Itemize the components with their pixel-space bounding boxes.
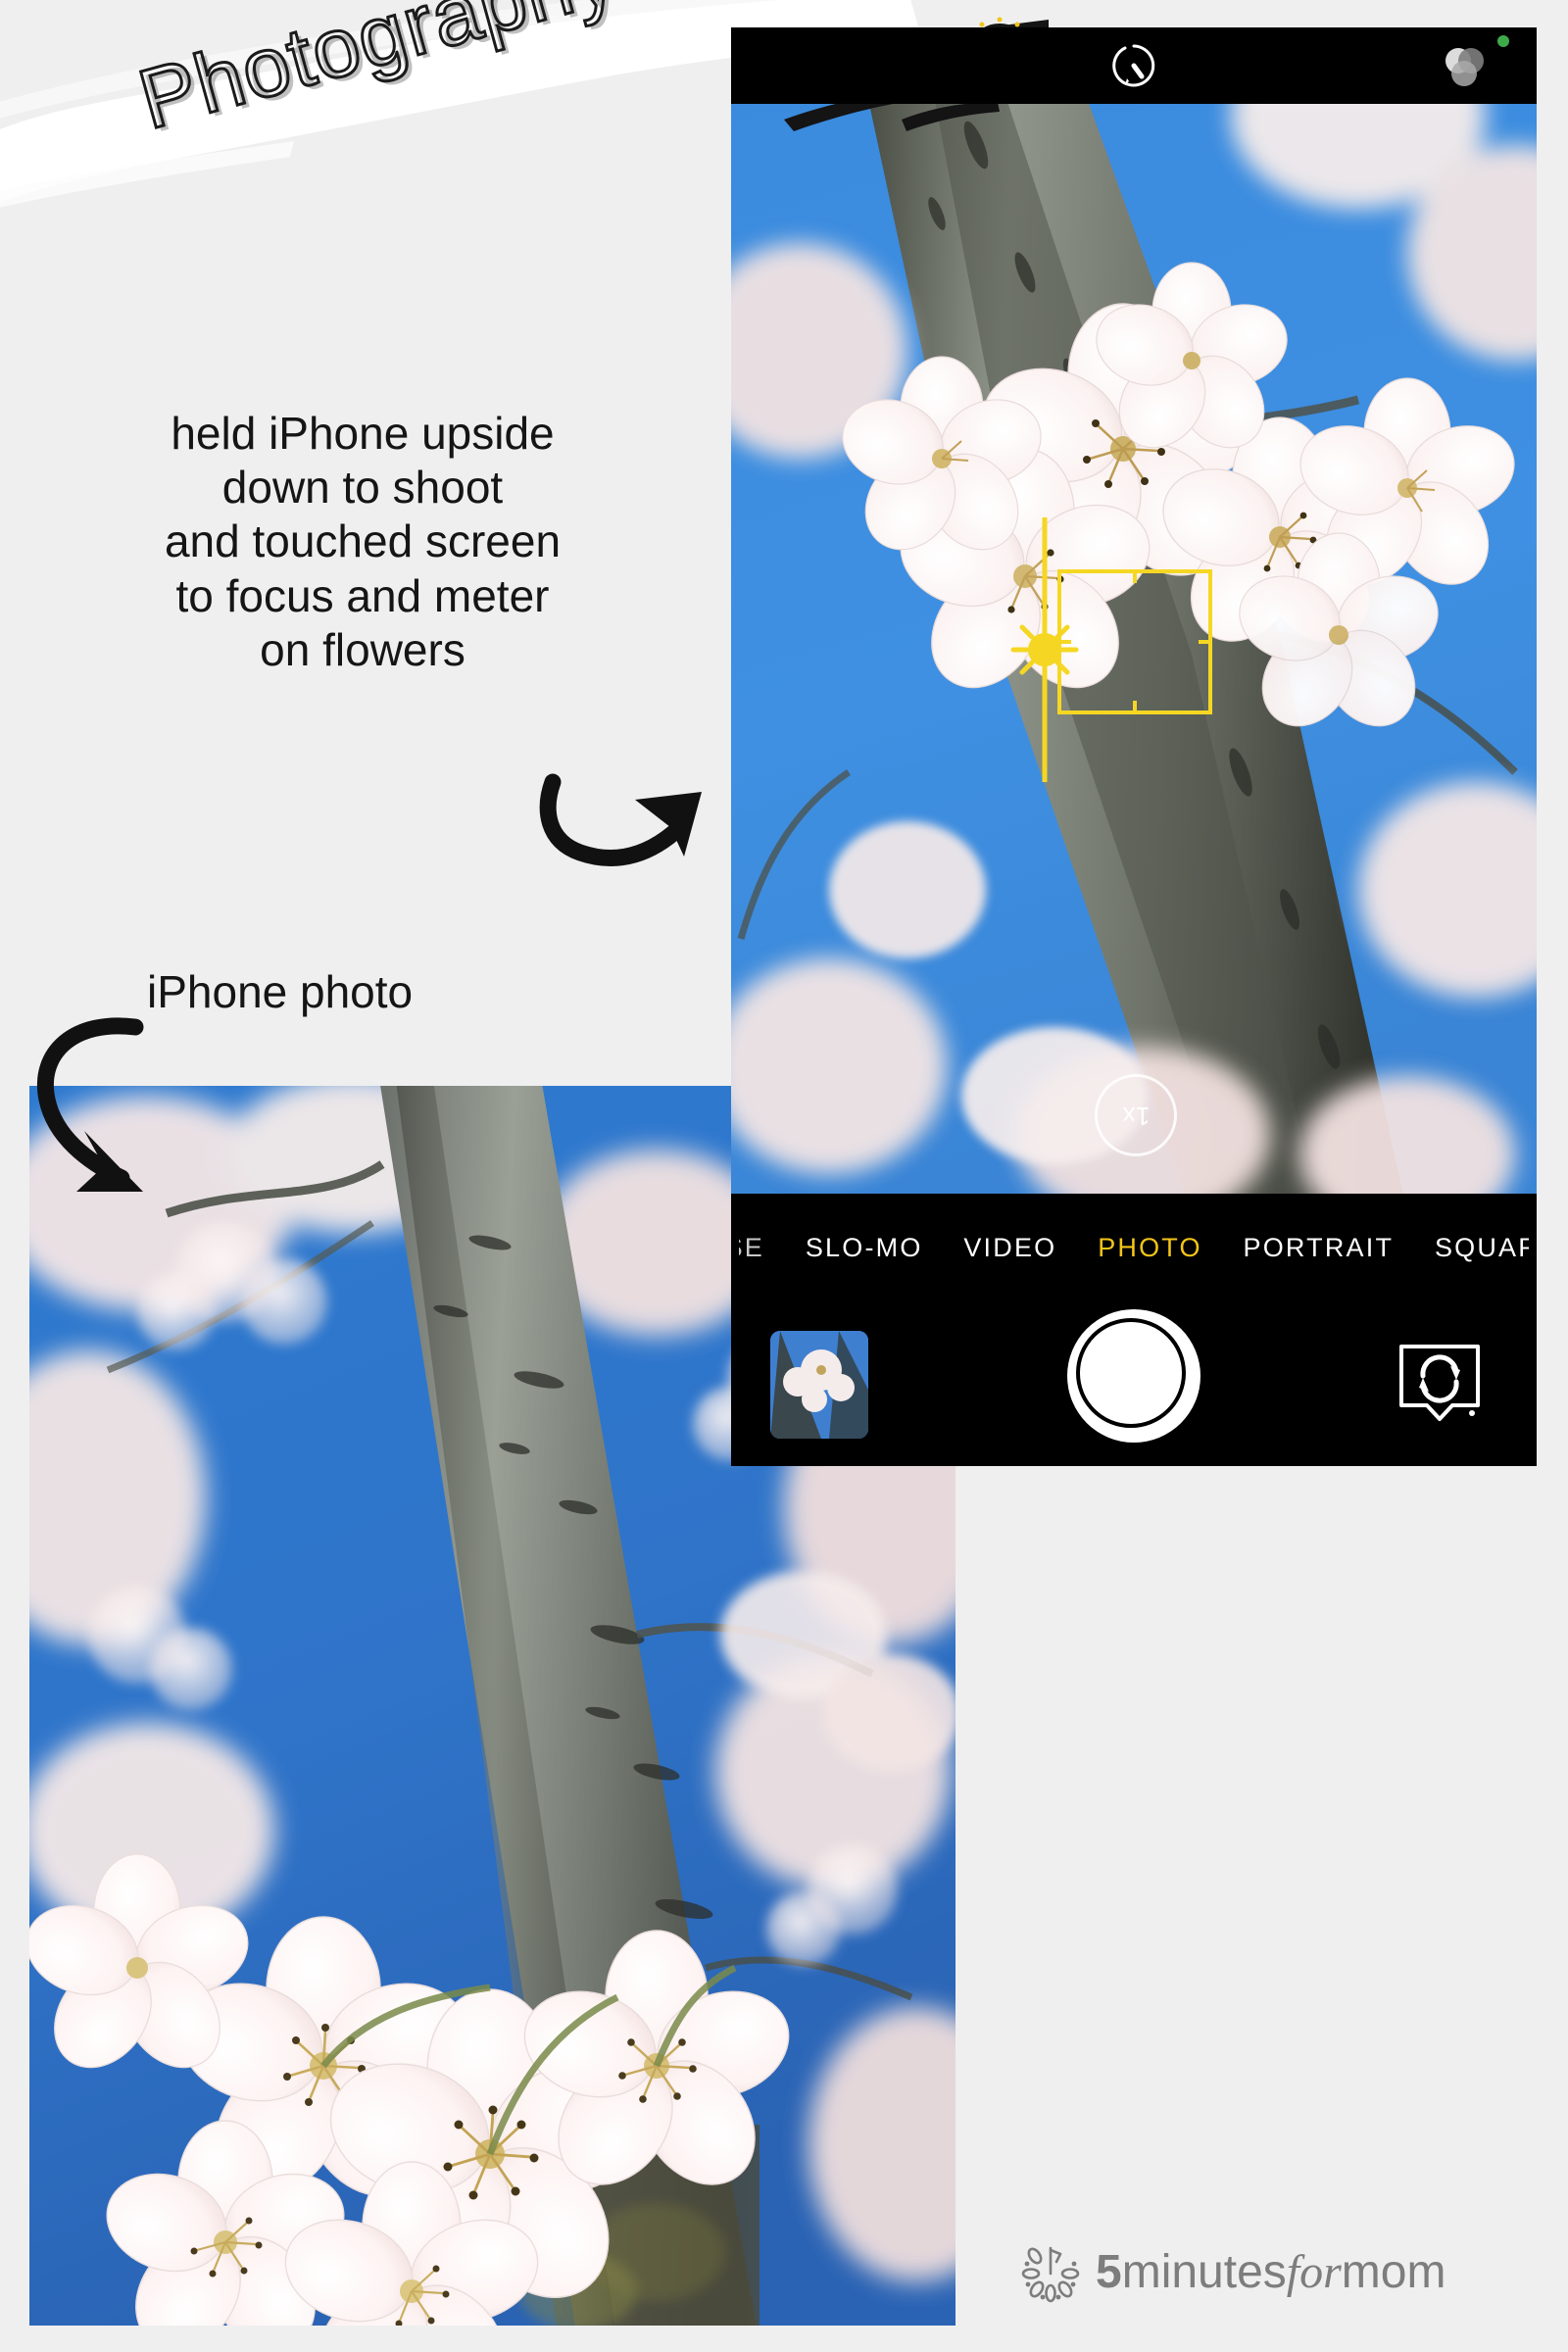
iphone-camera-screenshot: 1x TIME-LAPSE	[731, 27, 1537, 1466]
curved-arrow-down-right-icon	[37, 1017, 144, 1192]
watermark-number: 5	[1096, 2245, 1122, 2298]
tip-line-2: down to shoot	[221, 462, 504, 514]
site-watermark: 5minutesformom	[1019, 2240, 1446, 2303]
tip-line-1: held iPhone upside	[171, 408, 555, 459]
tip-line-4: to focus and meter	[175, 569, 550, 621]
camera-controls-bar: TIME-LAPSE SLO-MO VIDEO PHOTO PORTRAIT S…	[731, 1194, 1537, 1466]
photo-thumbnail-button[interactable]	[770, 1331, 868, 1439]
infographic-page: 1x TIME-LAPSE	[0, 0, 1568, 2352]
shutter-row	[731, 1309, 1537, 1456]
tip-line-3: and touched screen	[164, 515, 562, 567]
iphone-photo-label: iPhone photo	[147, 966, 414, 1017]
shutter-button[interactable]	[1067, 1309, 1200, 1443]
watermark-word-minutes: minutes	[1121, 2245, 1287, 2298]
live-photo-timer-icon[interactable]	[1109, 41, 1158, 90]
mode-square[interactable]: SQUARE	[1435, 1233, 1529, 1263]
tip-line-5: on flowers	[260, 623, 466, 675]
tip-annotation-text: held iPhone upside down to shoot and tou…	[108, 407, 617, 677]
watermark-text: 5minutesformom	[1096, 2245, 1446, 2299]
camera-mode-selector[interactable]: TIME-LAPSE SLO-MO VIDEO PHOTO PORTRAIT S…	[731, 1233, 1537, 1263]
flip-camera-icon[interactable]	[1394, 1335, 1486, 1429]
watermark-word-mom: mom	[1341, 2245, 1446, 2298]
burst-timer-icon	[1021, 2246, 1080, 2303]
focus-exposure-square[interactable]	[1056, 568, 1213, 715]
watermark-word-for: for	[1286, 2245, 1342, 2298]
page-title: Photography TIP	[128, 0, 779, 149]
zoom-level-label: 1x	[1121, 1101, 1151, 1131]
camera-top-bar	[731, 27, 1537, 104]
camera-privacy-indicator-dot	[1497, 35, 1509, 47]
curved-arrow-up-right-icon	[539, 773, 702, 867]
filters-three-circles-icon[interactable]	[1441, 43, 1488, 90]
mode-slo-mo[interactable]: SLO-MO	[806, 1233, 923, 1263]
zoom-level-button[interactable]: 1x	[1095, 1074, 1177, 1156]
mode-photo[interactable]: PHOTO	[1098, 1233, 1202, 1263]
mode-video[interactable]: VIDEO	[963, 1233, 1056, 1263]
mode-portrait[interactable]: PORTRAIT	[1244, 1233, 1395, 1263]
mode-time-lapse[interactable]: TIME-LAPSE	[739, 1233, 764, 1263]
